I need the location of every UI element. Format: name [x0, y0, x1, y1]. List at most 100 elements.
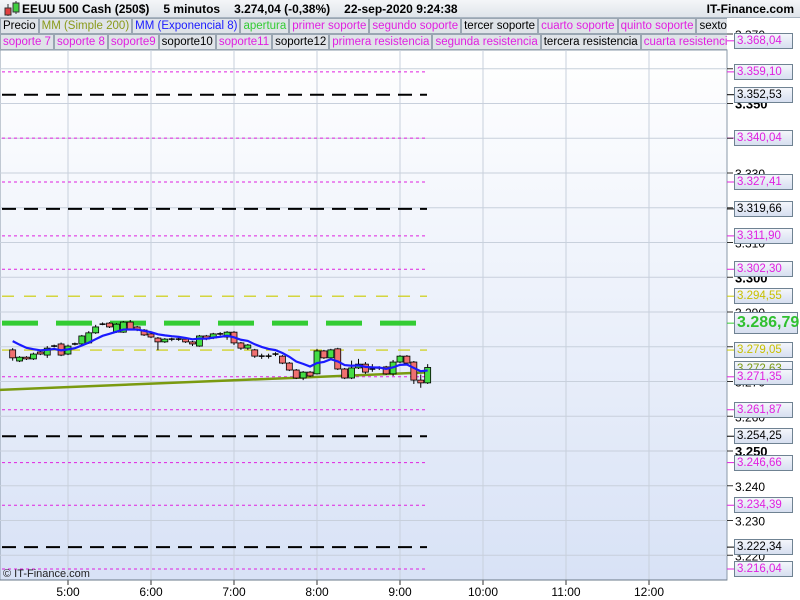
legend-item[interactable]: soporte 7 [0, 34, 54, 50]
legend-item[interactable]: primera resistencia [329, 34, 433, 50]
legend-item[interactable]: apertura [240, 18, 290, 34]
level-value-label: 3.246,66 [734, 454, 793, 471]
instrument-name: EEUU 500 Cash (250$) [22, 1, 150, 16]
legend-item[interactable]: soporte9 [107, 34, 159, 50]
legend-row-1: Precio MM (Simple 200) MM (Exponencial 8) a… [0, 18, 727, 34]
candle [327, 348, 335, 359]
legend-item[interactable]: segunda resistencia [432, 34, 541, 50]
candle [424, 364, 432, 384]
candle-body [106, 322, 113, 328]
price-chart[interactable]: 3.3703.3603.3503.3403.3303.3203.3103.300… [0, 0, 800, 600]
level-value-label: 3.279,05 [734, 342, 793, 359]
level-value-label: 3.311,90 [734, 227, 793, 244]
x-tick-label: 9:00 [388, 585, 412, 599]
legend-item[interactable]: quinto soporte [617, 18, 697, 34]
legend-item[interactable]: segundo soporte [369, 18, 462, 34]
x-tick-label: 8:00 [305, 585, 329, 599]
legend-item[interactable]: primer soporte [289, 18, 370, 34]
candle-body [341, 368, 349, 379]
candle [341, 367, 349, 380]
legend-item[interactable]: tercer soporte [461, 18, 539, 34]
candle-body [251, 349, 259, 357]
title-bar: EEUU 500 Cash (250$) 5 minutos 3.274,04 … [0, 0, 800, 18]
candle-body [244, 344, 252, 349]
candle-body [189, 341, 196, 345]
candle-body [403, 355, 411, 364]
candle-body [30, 353, 37, 360]
candle-body [36, 351, 44, 355]
x-tick-label: 12:00 [634, 585, 664, 599]
legend-item[interactable]: soporte11 [215, 34, 273, 50]
candle-body [348, 367, 355, 379]
y-tick-label: 3.230 [735, 515, 765, 529]
candle [106, 322, 113, 328]
level-value-label: 3.286,79 [734, 312, 799, 335]
candle [196, 334, 203, 347]
candle [161, 338, 169, 343]
candle-body [410, 361, 418, 381]
level-value-label: 3.368,04 [734, 32, 793, 49]
level-value-label: 3.216,04 [734, 561, 793, 577]
candle [334, 347, 342, 371]
timeframe[interactable]: 5 minutos [163, 2, 220, 16]
candle-body [161, 338, 169, 343]
candle-body [334, 348, 342, 370]
x-tick-label: 5:00 [56, 585, 80, 599]
candle-body [306, 371, 314, 377]
level-value-label: 3.254,25 [734, 428, 793, 445]
legend-item[interactable]: Precio [0, 18, 39, 34]
x-tick-label: 10:00 [468, 585, 498, 599]
level-value-label: 3.261,87 [734, 401, 793, 418]
candlestick-chart-icon [4, 0, 20, 16]
candle-body [92, 326, 100, 334]
candle [320, 349, 328, 359]
level-value-label: 3.222,34 [734, 539, 793, 556]
legend-item[interactable]: MM (Simple 200) [38, 18, 133, 34]
candle-body [396, 355, 404, 363]
candle-body [292, 369, 300, 379]
x-tick-label: 7:00 [222, 585, 246, 599]
last-price: 3.274,04 (-0,38%) [234, 1, 331, 16]
level-value-label: 3.327,41 [734, 174, 793, 190]
candle-body [327, 349, 335, 359]
candle-body [279, 355, 286, 364]
legend-item[interactable]: soporte12 [272, 34, 330, 50]
y-tick-label: 3.240 [735, 480, 765, 494]
level-value-label: 3.271,35 [734, 368, 793, 385]
level-value-label: 3.234,39 [734, 497, 793, 514]
x-tick-label: 11:00 [551, 585, 580, 599]
level-value-label: 3.359,10 [734, 63, 793, 80]
candle [396, 355, 404, 364]
candle-body [299, 371, 307, 379]
level-value-label: 3.302,30 [734, 261, 793, 278]
candle-body [147, 333, 155, 338]
legend-item[interactable]: tercera resistencia [540, 34, 641, 50]
candle [16, 356, 23, 363]
legend-item[interactable]: soporte 8 [53, 34, 108, 50]
candle [285, 362, 293, 372]
candle [382, 365, 390, 375]
site-name[interactable]: IT-Finance.com [707, 2, 794, 16]
x-tick-label: 6:00 [139, 585, 163, 599]
candle [251, 348, 259, 358]
plot-area [0, 49, 728, 581]
legend-item[interactable]: MM (Exponencial 8) [132, 18, 241, 34]
candle [30, 352, 37, 360]
level-value-label: 3.352,53 [734, 86, 793, 103]
candle-body [9, 349, 17, 359]
candle-body [23, 356, 30, 360]
level-value-label: 3.294,55 [734, 288, 793, 305]
datetime: 22-sep-2020 9:24:38 [344, 1, 458, 16]
legend-item[interactable]: cuarta resistencia [640, 34, 727, 50]
candle [279, 355, 286, 365]
candle-body [182, 338, 189, 343]
level-value-label: 3.319,66 [734, 200, 793, 217]
legend-item[interactable]: sexto soporte [696, 18, 727, 34]
legend-item[interactable]: cuarto soporte [538, 18, 618, 34]
candle-body [285, 362, 293, 371]
candle [306, 371, 314, 377]
copyright[interactable]: © IT-Finance.com [3, 568, 90, 580]
candle-body [237, 342, 245, 349]
candle-body [417, 379, 425, 384]
legend-item[interactable]: soporte10 [158, 34, 216, 50]
